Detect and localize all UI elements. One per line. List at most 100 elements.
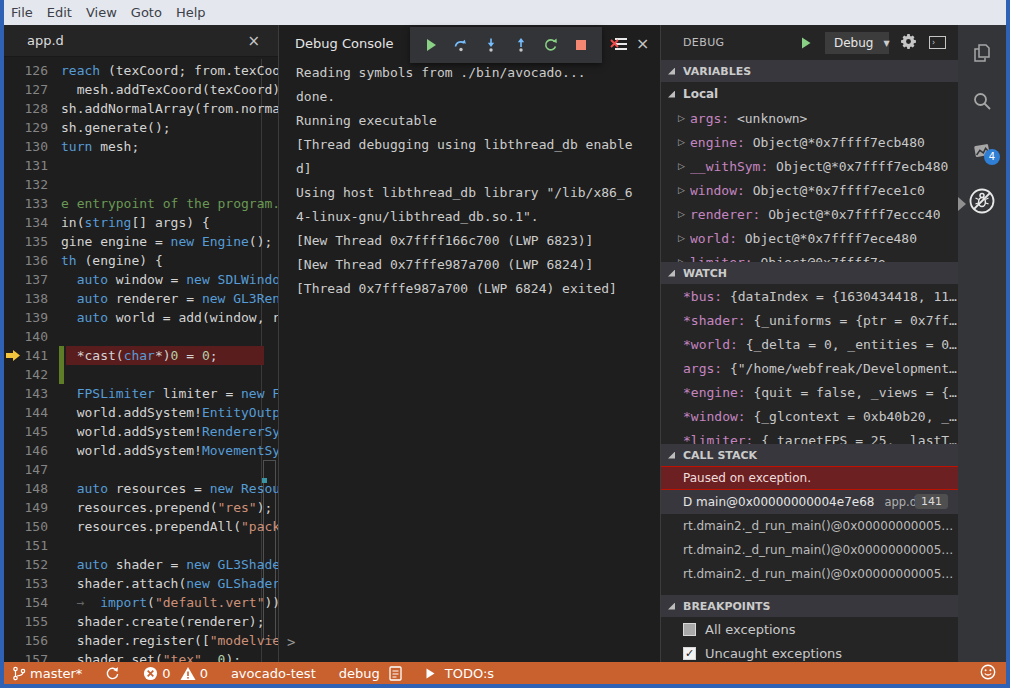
variable-row[interactable]: ▷engine: Object@*0x7ffff7ecb480 xyxy=(661,130,958,154)
code-line[interactable]: 139 auto world = add(window, renderer); xyxy=(4,308,278,327)
sync-button[interactable] xyxy=(105,666,120,681)
breakpoint-row[interactable]: All exceptions xyxy=(661,617,958,641)
variable-row[interactable]: ▷window: Object@*0x7ffff7ece1c0 xyxy=(661,178,958,202)
line-number[interactable]: 133 xyxy=(4,194,48,213)
console-close-icon[interactable]: × xyxy=(636,34,649,53)
variable-row[interactable]: ▷args: <unknown> xyxy=(661,106,958,130)
section-header-breakpoints[interactable]: BREAKPOINTS xyxy=(661,595,958,617)
line-number[interactable]: 136 xyxy=(4,251,48,270)
line-number[interactable]: 153 xyxy=(4,574,48,593)
line-number[interactable]: 147 xyxy=(4,460,48,479)
checkbox-unchecked[interactable] xyxy=(683,623,696,636)
stack-frame-row[interactable]: rt.dmain2._d_run_main()@0x00000000005… xyxy=(661,538,958,562)
watch-row[interactable]: *engine: {quit = false, _views = {… xyxy=(661,380,958,404)
code-line[interactable]: 140 xyxy=(4,327,278,346)
search-icon[interactable] xyxy=(958,81,1006,121)
code-line[interactable]: 138 auto renderer = new GL3Renderer(wind… xyxy=(4,289,278,308)
mode-item[interactable]: debug xyxy=(339,666,380,681)
line-number[interactable]: 140 xyxy=(4,327,48,346)
code-line[interactable]: 148 auto resources = new ResourceManager… xyxy=(4,479,278,498)
restart-button[interactable] xyxy=(536,30,566,60)
todo-item[interactable]: TODO:s xyxy=(445,666,494,681)
code-line[interactable]: 155 shader.create(renderer); xyxy=(4,612,278,631)
code-line[interactable]: 129sh.generate(); xyxy=(4,118,278,137)
scope-row-local[interactable]: Local xyxy=(661,82,958,106)
code-line[interactable]: 151 xyxy=(4,536,278,555)
code-line[interactable]: 134in(string[] args) { xyxy=(4,213,278,232)
line-number[interactable]: 132 xyxy=(4,175,48,194)
line-number[interactable]: 151 xyxy=(4,536,48,555)
line-number[interactable]: 134 xyxy=(4,213,48,232)
warnings-item[interactable]: 0 xyxy=(180,666,208,681)
source-control-icon[interactable] xyxy=(958,131,1006,171)
line-number[interactable]: 157 xyxy=(4,650,48,662)
stack-frame-row[interactable]: D main@0x00000000004e7e68app.d141 xyxy=(661,490,958,514)
run-todo-icon[interactable] xyxy=(425,667,436,680)
code-line[interactable]: 143 FPSLimiter limiter = new FPSLimiter(… xyxy=(4,384,278,403)
line-number[interactable]: 128 xyxy=(4,99,48,118)
watch-row[interactable]: args: {"/home/webfreak/Development… xyxy=(661,356,958,380)
start-debug-button[interactable] xyxy=(799,35,813,54)
menu-item-edit[interactable]: Edit xyxy=(40,5,79,20)
open-console-icon[interactable]: › xyxy=(929,36,946,49)
code-line[interactable]: 141 *cast(char*)0 = 0; xyxy=(4,346,278,365)
menu-item-help[interactable]: Help xyxy=(169,5,213,20)
code-line[interactable]: 133e entrypoint of the program. xyxy=(4,194,278,213)
git-branch-item[interactable]: master* xyxy=(12,666,82,681)
watch-row[interactable]: *limiter: {_targetFPS = 25, _lastT… xyxy=(661,428,958,444)
continue-button[interactable] xyxy=(416,30,446,60)
code-line[interactable]: 152 auto shader = new GL3ShaderProgram()… xyxy=(4,555,278,574)
menu-item-goto[interactable]: Goto xyxy=(124,5,169,20)
menu-item-file[interactable]: File xyxy=(4,5,40,20)
files-icon[interactable] xyxy=(958,33,1006,73)
step-into-button[interactable] xyxy=(476,30,506,60)
code-line[interactable]: 150 resources.prependAll("packs/*.pack")… xyxy=(4,517,278,536)
stack-frame-row[interactable]: rt.dmain2._d_run_main()@0x00000000005… xyxy=(661,562,958,586)
stop-button[interactable] xyxy=(566,30,596,60)
checkbox-checked[interactable]: ✓ xyxy=(683,647,696,660)
line-number[interactable]: 144 xyxy=(4,403,48,422)
variable-row[interactable]: ▷world: Object@*0x7ffff7ece480 xyxy=(661,226,958,250)
code-editor[interactable]: 126reach (texCoord; from.texCoords)127 m… xyxy=(4,59,278,662)
menu-item-view[interactable]: View xyxy=(79,5,124,20)
code-line[interactable]: 137 auto window = new SDLWindow( xyxy=(4,270,278,289)
code-line[interactable]: 142 xyxy=(4,365,278,384)
section-header-watch[interactable]: WATCH xyxy=(661,262,958,284)
tab-close-icon[interactable]: × xyxy=(247,32,260,50)
code-line[interactable]: 146 world.addSystem!MovementSystem; xyxy=(4,441,278,460)
watch-row[interactable]: *window: {_glcontext = 0xb40b20, _… xyxy=(661,404,958,428)
line-number[interactable]: 155 xyxy=(4,612,48,631)
watch-row[interactable]: *shader: {_uniforms = {ptr = 0x7ff… xyxy=(661,308,958,332)
code-line[interactable]: 154 → import("default.vert")); xyxy=(4,593,278,612)
section-header-variables[interactable]: VARIABLES xyxy=(661,60,958,82)
code-line[interactable]: 128sh.addNormalArray(from.normals); xyxy=(4,99,278,118)
code-line[interactable]: 149 resources.prepend("res"); xyxy=(4,498,278,517)
configure-gear-icon[interactable] xyxy=(900,33,917,54)
line-number[interactable]: 148 xyxy=(4,479,48,498)
line-number[interactable]: 154 xyxy=(4,593,48,612)
console-prompt[interactable]: > xyxy=(287,634,295,650)
tab-app-d[interactable]: app.d xyxy=(4,33,64,48)
code-line[interactable]: 156 shader.register(["modelview", "proje… xyxy=(4,631,278,650)
line-number[interactable]: 129 xyxy=(4,118,48,137)
line-number[interactable]: 130 xyxy=(4,137,48,156)
variable-row[interactable]: ▷__withSym: Object@*0x7ffff7ecb480 xyxy=(661,154,958,178)
clear-console-icon[interactable] xyxy=(610,36,628,56)
line-number[interactable]: 152 xyxy=(4,555,48,574)
line-number[interactable]: 149 xyxy=(4,498,48,517)
line-number[interactable]: 143 xyxy=(4,384,48,403)
step-over-button[interactable] xyxy=(446,30,476,60)
line-number[interactable]: 126 xyxy=(4,61,48,80)
variable-row[interactable]: ▷renderer: Object@*0x7ffff7eccc40 xyxy=(661,202,958,226)
line-number[interactable]: 150 xyxy=(4,517,48,536)
breakpoint-row[interactable]: ✓Uncaught exceptions xyxy=(661,641,958,662)
code-line[interactable]: 157 shader.set("tex", 0); xyxy=(4,650,278,662)
code-line[interactable]: 131 xyxy=(4,156,278,175)
code-line[interactable]: 127 mesh.addTexCoord(texCoord); xyxy=(4,80,278,99)
line-number[interactable]: 139 xyxy=(4,308,48,327)
section-header-call-stack[interactable]: CALL STACK xyxy=(661,444,958,466)
line-number[interactable]: 142 xyxy=(4,365,48,384)
code-line[interactable]: 144 world.addSystem!EntityOutputSystem; xyxy=(4,403,278,422)
stack-frame-row[interactable]: rt.dmain2._d_run_main()@0x00000000005… xyxy=(661,514,958,538)
line-number[interactable]: 138 xyxy=(4,289,48,308)
